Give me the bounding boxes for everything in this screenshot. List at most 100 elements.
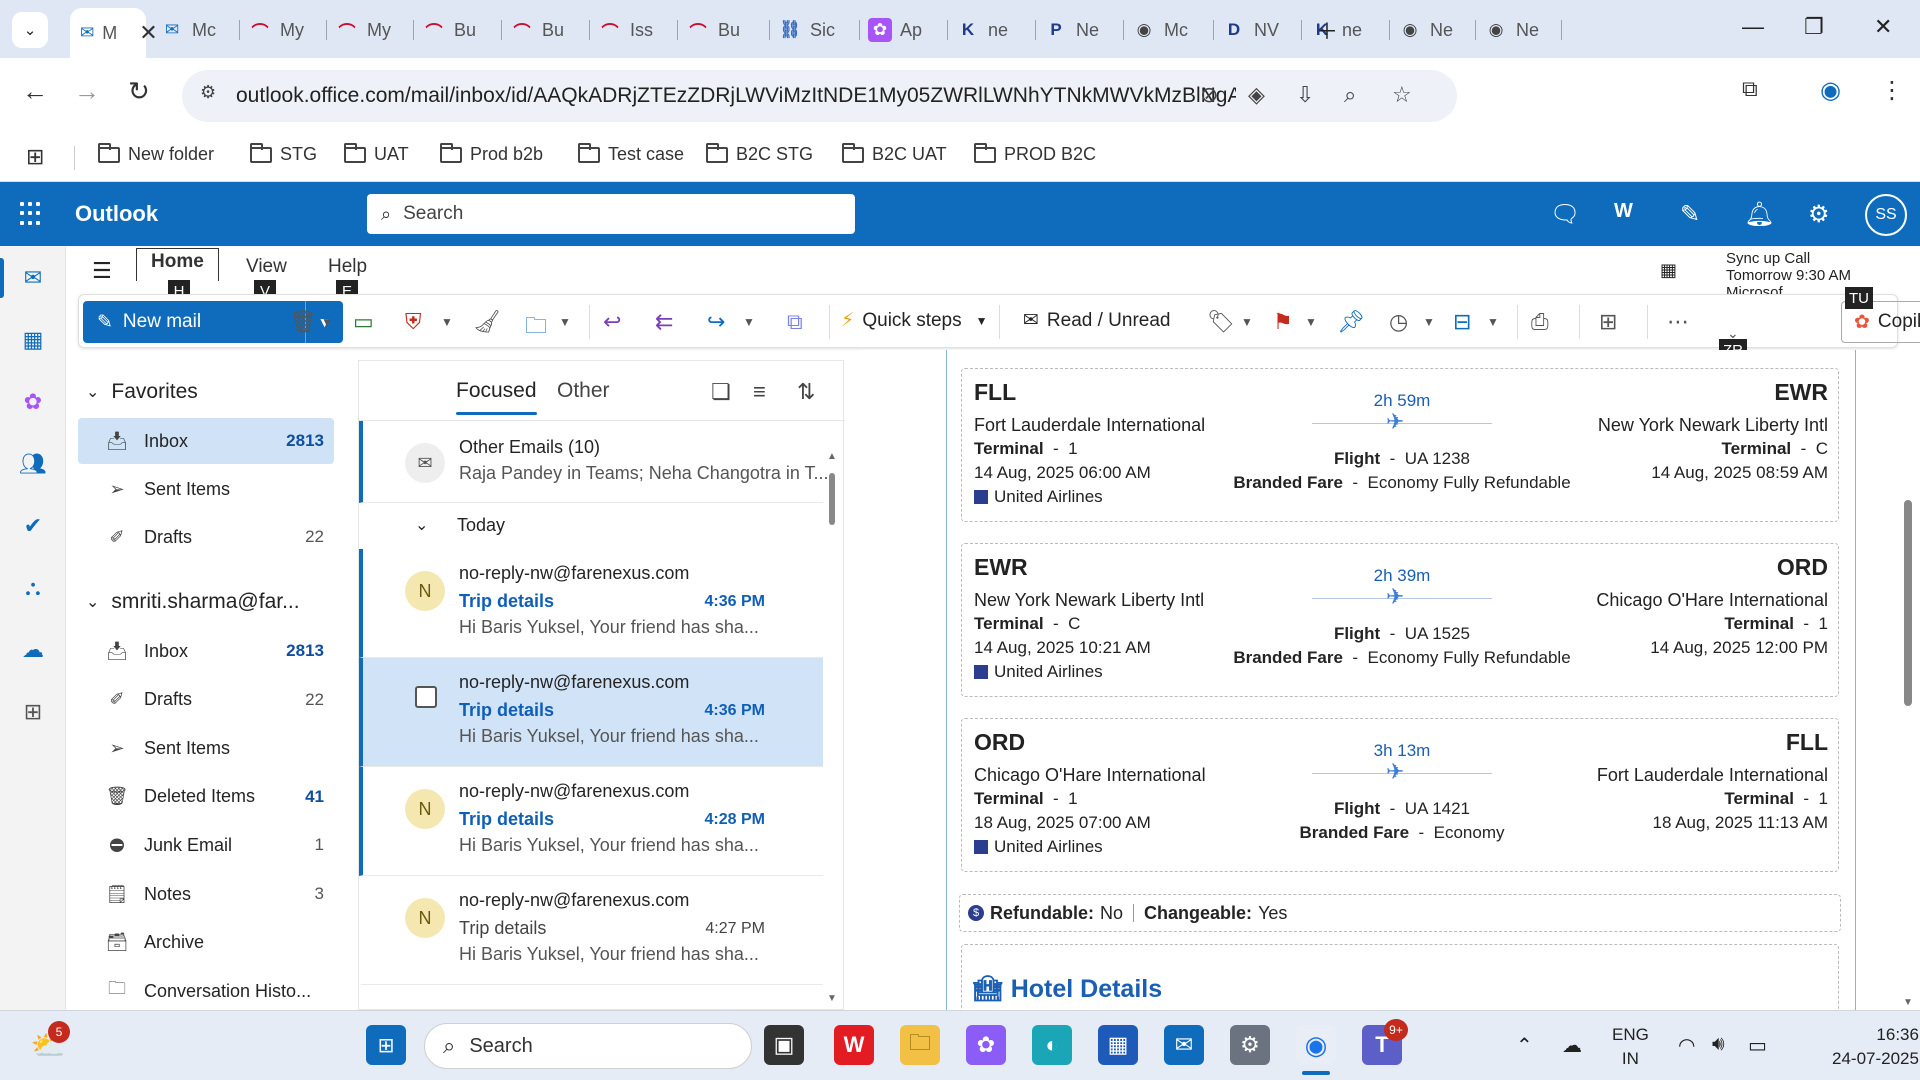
system-clock[interactable]: 16:36 24-07-2025 xyxy=(1832,1023,1919,1071)
move-dropdown-icon[interactable]: ▼ xyxy=(559,315,571,329)
install-app-icon[interactable]: ⇩ xyxy=(1296,82,1314,108)
org-icon[interactable]: ⛬ xyxy=(19,574,47,602)
scroll-down-icon[interactable]: ▼ xyxy=(1903,997,1913,1008)
onedrive-cloud-icon[interactable]: ☁ xyxy=(19,636,47,664)
bookmark-item[interactable]: B2C STG xyxy=(706,142,813,165)
browser-tab[interactable]: ⌒ Bu xyxy=(676,10,770,50)
list-item[interactable]: no-reply-nw@farenexus.com Trip details 4:3… xyxy=(359,658,823,767)
move-to-folder-icon[interactable]: 🗀 xyxy=(525,309,547,347)
snooze-dropdown-icon[interactable]: ▼ xyxy=(1423,315,1435,329)
report-dropdown-icon[interactable]: ▼ xyxy=(441,315,453,329)
flag-dropdown-icon[interactable]: ▼ xyxy=(1305,315,1317,329)
app-title[interactable]: Outlook xyxy=(75,201,158,227)
extensions-icon[interactable]: ⧉ xyxy=(1742,76,1758,102)
other-emails-row[interactable]: ✉ Other Emails (10) Raja Pandey in Teams… xyxy=(359,421,829,503)
forward-icon[interactable]: ↪ xyxy=(707,309,725,335)
tag-icon[interactable]: 🏷︎ xyxy=(1207,309,1235,335)
copilot-icon[interactable]: ✿ xyxy=(19,388,47,416)
browser-tab[interactable]: ⌒ My xyxy=(238,10,327,50)
browser-tab[interactable]: ⌒ Bu xyxy=(412,10,502,50)
input-language[interactable]: ENG IN xyxy=(1612,1023,1649,1071)
account-header[interactable]: ⌄ smriti.sharma@far... xyxy=(86,590,300,614)
folder-item-junk-email[interactable]: ⛔︎ Junk Email 1 xyxy=(78,822,334,868)
bookmark-item[interactable]: Test case xyxy=(578,142,684,165)
folder-item-notes[interactable]: 🗒︎ Notes 3 xyxy=(78,871,334,917)
task-view-icon[interactable]: ▣ xyxy=(764,1025,804,1065)
browser-tab[interactable]: ✿ Ap xyxy=(858,10,948,50)
bookmark-item[interactable]: PROD B2C xyxy=(974,142,1096,165)
folder-item-drafts[interactable]: ✐ Drafts 22 xyxy=(78,514,334,560)
browser-tab[interactable]: ◉ Ne xyxy=(1474,10,1562,50)
account-avatar[interactable]: SS xyxy=(1865,194,1907,236)
mail-icon[interactable]: ✉ xyxy=(19,264,47,292)
folder-item-conversation-histo[interactable]: 🗀 Conversation Histo... xyxy=(78,968,334,1014)
settings-gear-icon[interactable]: ⚙ xyxy=(1808,200,1830,229)
folder-item-sent-items[interactable]: ➢ Sent Items xyxy=(78,466,334,512)
folder-item-sent-items[interactable]: ➢ Sent Items xyxy=(78,725,334,771)
profile-icon[interactable]: ◉ xyxy=(1820,76,1841,105)
wifi-icon[interactable]: ◠ xyxy=(1678,1033,1695,1058)
delete-dropdown-icon[interactable]: ▼ xyxy=(321,315,333,329)
folder-item-inbox[interactable]: 📥︎ Inbox 2813 xyxy=(78,418,334,464)
tag-dropdown-icon[interactable]: ▼ xyxy=(1241,315,1253,329)
apps-icon[interactable]: ⊞ xyxy=(1599,309,1617,335)
copilot-app-icon[interactable]: ✿ xyxy=(966,1025,1006,1065)
folder-item-archive[interactable]: 🗃︎ Archive xyxy=(78,920,334,966)
browser-tab[interactable]: ⛓ Sic xyxy=(768,10,860,50)
taskbar-search[interactable]: ⌕ Search xyxy=(424,1023,752,1069)
back-arrow-icon[interactable]: ← xyxy=(22,76,48,107)
outlook-app-icon[interactable]: ✉ xyxy=(1164,1025,1204,1065)
tab-home[interactable]: Home xyxy=(136,248,219,281)
bookmark-item[interactable]: STG xyxy=(250,142,317,165)
zoom-icon[interactable]: ⌕ xyxy=(1344,82,1356,108)
word-icon[interactable]: W xyxy=(1614,200,1633,223)
tab-help[interactable]: Help xyxy=(328,256,367,278)
browser-tab[interactable]: ⌒ Bu xyxy=(500,10,590,50)
teams-share-icon[interactable]: ⧉ xyxy=(787,309,803,335)
list-item[interactable]: Nno-reply-nw@farenexus.com Trip details 4:… xyxy=(359,876,823,985)
scrollbar-thumb[interactable] xyxy=(1904,500,1912,706)
pin-icon[interactable]: 📌︎ xyxy=(1337,309,1365,335)
read-unread-button[interactable]: ✉ Read / Unread xyxy=(1023,309,1171,332)
folder-item-deleted-items[interactable]: 🗑︎ Deleted Items 41 xyxy=(78,774,334,820)
start-windows-icon[interactable]: ⊞ xyxy=(366,1025,406,1065)
folder-item-inbox[interactable]: 📥︎ Inbox 2813 xyxy=(78,628,334,674)
browser-tab[interactable]: Kne xyxy=(1300,10,1390,50)
sweep-broom-icon[interactable]: 🧹︎ xyxy=(473,309,501,335)
search-input[interactable]: ⌕ Search xyxy=(367,194,855,234)
tab-other[interactable]: Other xyxy=(557,379,610,403)
folder-item-drafts[interactable]: ✐ Drafts 22 xyxy=(78,677,334,723)
microsoft-store-icon[interactable]: ▦ xyxy=(1098,1025,1138,1065)
notifications-bell-icon[interactable]: 🔔︎ xyxy=(1744,200,1774,229)
tab-view[interactable]: View xyxy=(246,256,287,278)
settings-app-icon[interactable]: ⚙ xyxy=(1230,1025,1270,1065)
bookmark-item[interactable]: Prod b2b xyxy=(440,142,543,165)
file-explorer-icon[interactable]: 🗀 xyxy=(900,1025,940,1065)
favorites-header[interactable]: ⌄ Favorites xyxy=(86,380,198,404)
browser-tab[interactable]: ✉ M ✕ xyxy=(70,8,158,58)
sort-icon[interactable]: ⇅ xyxy=(797,379,815,405)
print-icon[interactable]: ⎙ xyxy=(1531,309,1549,335)
collapse-pane-icon[interactable]: ☰ xyxy=(92,258,112,284)
bookmark-item[interactable]: UAT xyxy=(344,142,409,165)
browser-tab[interactable]: ⌒ Iss xyxy=(588,10,678,50)
restore-icon[interactable]: ❐ xyxy=(1804,14,1824,40)
close-window-icon[interactable]: ✕ xyxy=(1874,14,1892,40)
tab-search-button[interactable]: ⌄ xyxy=(12,12,48,48)
rules-icon[interactable]: ⊟ xyxy=(1453,309,1471,335)
scroll-up-icon[interactable]: ▲ xyxy=(827,451,837,462)
archive-icon[interactable]: ▭ xyxy=(353,309,374,335)
report-shield-icon[interactable]: ⛨ xyxy=(405,309,422,335)
chrome-app-icon[interactable]: ◉ xyxy=(1296,1025,1336,1065)
browser-tab[interactable]: ✉ Mc xyxy=(150,10,240,50)
select-mode-icon[interactable]: ❏ xyxy=(711,379,731,405)
message-checkbox[interactable] xyxy=(415,686,437,708)
calendar-icon[interactable]: ▦ xyxy=(19,326,47,354)
edge-browser-icon[interactable]: ◐ xyxy=(1032,1025,1072,1065)
battery-icon[interactable]: ▭ xyxy=(1748,1033,1767,1058)
flag-icon[interactable]: ⚑ xyxy=(1273,309,1293,335)
my-day-icon[interactable]: ✎ xyxy=(1680,200,1700,229)
cloud-sync-icon[interactable]: ☁ xyxy=(1562,1033,1582,1058)
scrollbar-thumb[interactable] xyxy=(829,473,835,525)
new-tab-button[interactable]: ＋ xyxy=(1316,14,1338,46)
